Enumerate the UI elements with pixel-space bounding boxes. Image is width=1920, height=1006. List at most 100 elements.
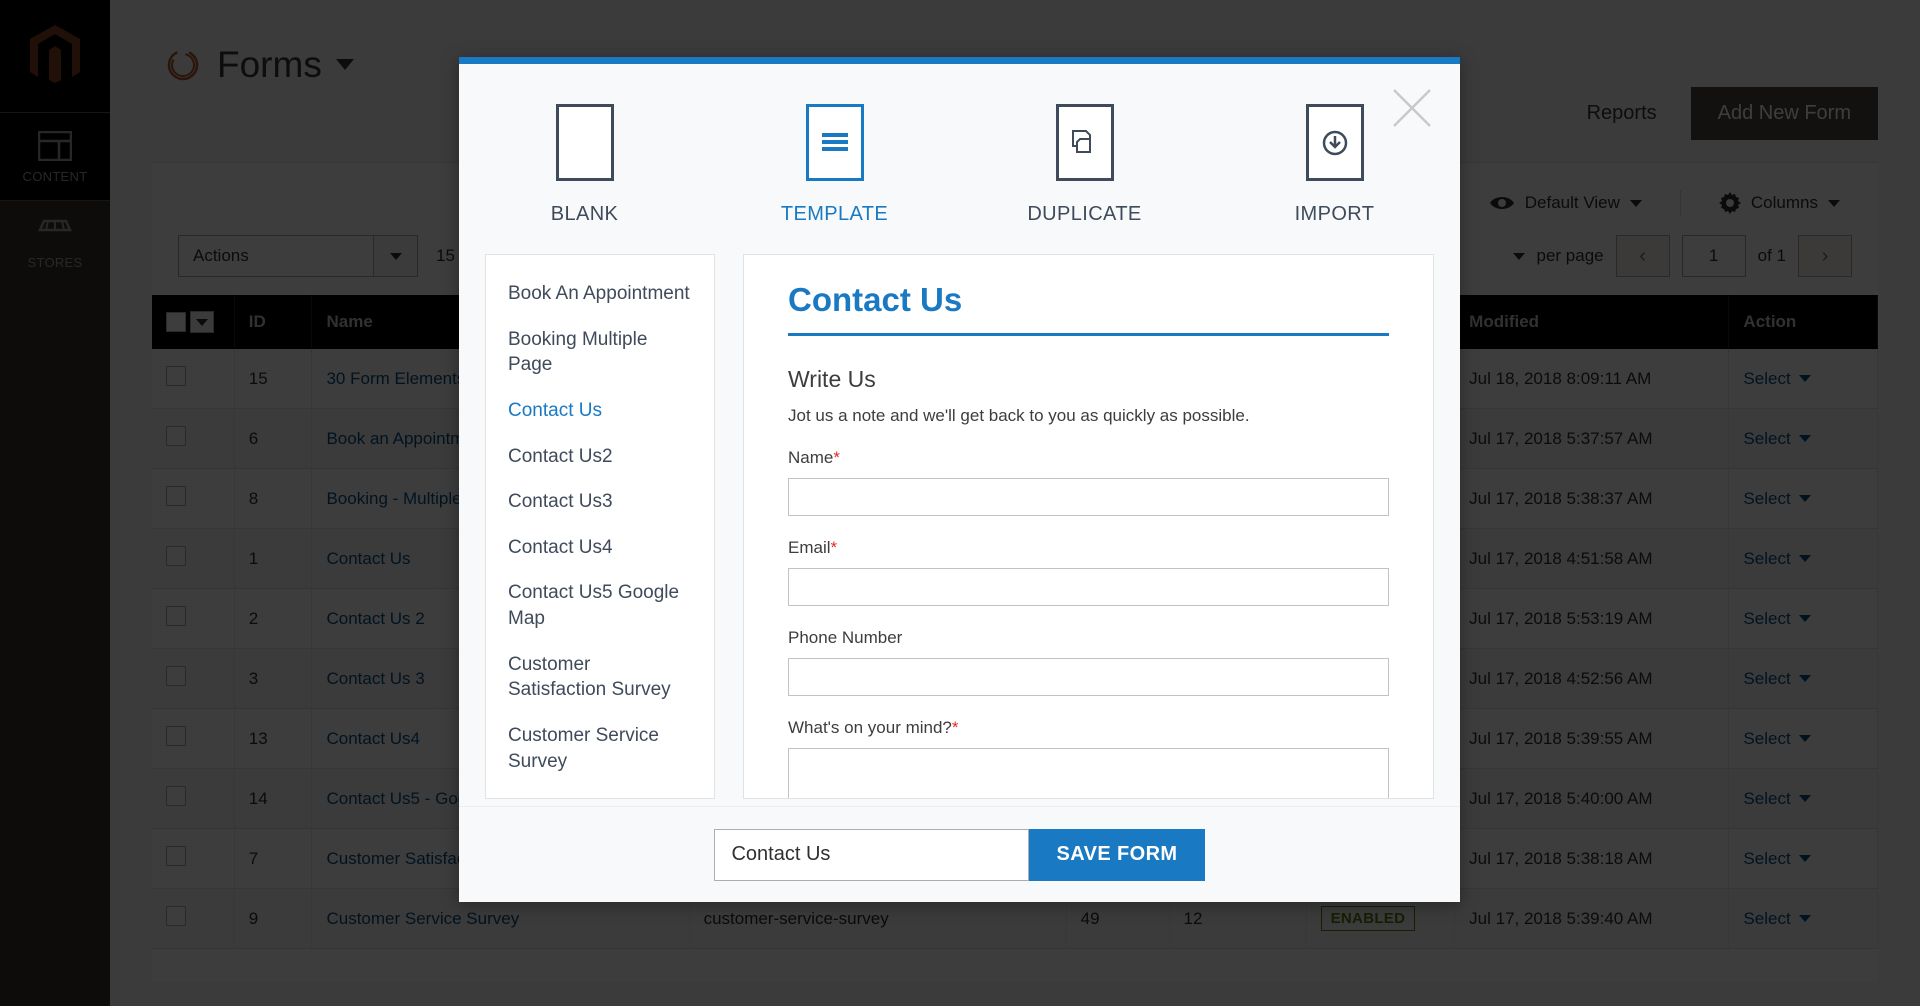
row-action-select[interactable]: Select [1743, 369, 1811, 389]
col-id[interactable]: ID [234, 295, 313, 349]
row-checkbox-cell[interactable] [152, 708, 235, 769]
row-action-select[interactable]: Select [1743, 428, 1811, 449]
form-name-link[interactable]: Contact Us 3 [326, 669, 424, 688]
magento-logo-icon[interactable] [0, 0, 110, 112]
row-action: Select [1728, 468, 1878, 529]
save-form-button[interactable]: SAVE FORM [1029, 828, 1205, 881]
status-badge: ENABLED [1320, 906, 1416, 931]
row-modified: Jul 17, 2018 5:39:55 AM [1454, 708, 1730, 769]
preview-field-input[interactable] [788, 568, 1389, 606]
row-action-select[interactable]: Select [1743, 729, 1811, 749]
row-action: Select [1728, 648, 1878, 709]
col-modified[interactable]: Modified [1454, 295, 1730, 349]
add-new-form-button[interactable]: Add New Form [1690, 87, 1878, 140]
default-view-button[interactable]: Default View [1477, 186, 1654, 220]
row-id: 2 [234, 588, 313, 649]
row-action-select[interactable]: Select [1743, 849, 1811, 869]
template-list-item[interactable]: Customer Satisfaction Survey [486, 642, 714, 713]
row-action-select[interactable]: Select [1743, 909, 1811, 929]
template-list-item[interactable]: Book An Appointment [486, 271, 714, 317]
actions-select[interactable]: Actions [178, 235, 418, 277]
per-page-caret-icon[interactable] [1512, 252, 1525, 260]
close-icon[interactable] [1390, 86, 1434, 130]
template-preview: Contact Us Write Us Jot us a note and we… [743, 254, 1434, 799]
row-action-select[interactable]: Select [1743, 609, 1811, 629]
sidebar-item-stores[interactable]: STORES [0, 200, 110, 286]
row-action: Select [1728, 708, 1878, 769]
records-found-count: 15 [436, 246, 455, 265]
row-action-select[interactable]: Select [1743, 489, 1811, 509]
form-type-label: IMPORT [1294, 203, 1375, 225]
actions-select-label: Actions [193, 246, 249, 265]
chevron-down-icon[interactable] [335, 59, 354, 70]
row-action: Select [1728, 408, 1878, 469]
template-list-item[interactable]: Booking Multiple Page [486, 317, 714, 388]
form-type-label: TEMPLATE [780, 203, 889, 225]
row-id: 13 [234, 708, 313, 769]
preview-field-textarea[interactable] [788, 748, 1389, 798]
blank-page-icon [555, 104, 614, 181]
template-list-item[interactable]: Customer Service Survey [486, 713, 714, 784]
columns-button[interactable]: Columns [1707, 185, 1852, 221]
form-type-template[interactable]: TEMPLATE [710, 104, 960, 226]
loading-spinner-icon [167, 49, 199, 80]
template-list-item[interactable]: Contact Us [486, 388, 714, 434]
next-page-button[interactable]: › [1798, 235, 1852, 277]
form-name-link[interactable]: Contact Us 2 [326, 609, 424, 628]
prev-page-button[interactable]: ‹ [1615, 235, 1670, 277]
row-checkbox-cell[interactable] [152, 768, 235, 829]
row-checkbox-cell[interactable] [152, 468, 235, 529]
row-action-select[interactable]: Select [1743, 669, 1811, 689]
row-id: 7 [234, 828, 313, 889]
form-name-link[interactable]: 30 Form Elements [326, 369, 465, 388]
col-action[interactable]: Action [1728, 295, 1878, 349]
template-list-item[interactable]: Contact Us3 [486, 479, 714, 525]
row-checkbox-cell[interactable] [152, 528, 235, 589]
chevron-down-icon [1798, 915, 1811, 922]
row-checkbox-cell[interactable] [152, 408, 235, 469]
row-action-select[interactable]: Select [1743, 789, 1811, 809]
row-checkbox-cell[interactable] [152, 888, 235, 949]
form-type-blank[interactable]: BLANK [460, 104, 710, 226]
reports-button[interactable]: Reports [1587, 102, 1657, 125]
row-modified: Jul 17, 2018 5:39:40 AM [1454, 888, 1730, 949]
row-action-select[interactable]: Select [1743, 549, 1811, 569]
row-checkbox-cell[interactable] [152, 648, 235, 709]
preview-field: Name* [788, 448, 1389, 516]
chevron-down-icon [1798, 435, 1811, 442]
row-action-label: Select [1743, 428, 1791, 448]
preview-field-input[interactable] [788, 658, 1389, 696]
sidebar-item-content[interactable]: CONTENT [0, 112, 110, 200]
row-checkbox-cell[interactable] [152, 349, 235, 409]
magento-logo-glyph [30, 25, 80, 83]
form-name-link[interactable]: Contact Us4 [326, 729, 420, 748]
row-checkbox-cell[interactable] [152, 588, 235, 649]
preview-fields: Name* Email* Phone Number What's on your mi… [788, 448, 1389, 798]
form-type-duplicate[interactable]: DUPLICATE [960, 104, 1210, 226]
form-name-link[interactable]: Contact Us [326, 549, 410, 568]
chevron-down-icon [1798, 615, 1811, 622]
preview-field-label: Email* [788, 538, 838, 557]
form-name-link[interactable]: Customer Service Survey [326, 909, 519, 928]
row-modified: Jul 17, 2018 5:40:00 AM [1454, 768, 1730, 829]
template-list-item[interactable]: Contact Us4 [486, 525, 714, 571]
import-download-icon [1305, 104, 1364, 181]
template-list-item[interactable]: Contact Us2 [486, 434, 714, 480]
row-id: 14 [234, 768, 313, 829]
template-list-item[interactable]: Contact Us5 Google Map [486, 570, 714, 641]
form-type-picker: BLANK TEMPLATE DUPLICATE IMPORT [459, 64, 1460, 254]
row-checkbox-cell[interactable] [152, 828, 235, 889]
preview-title: Contact Us [788, 281, 1389, 336]
preview-field-input[interactable] [788, 478, 1389, 516]
toolbar-divider [1679, 190, 1681, 216]
col-select-all[interactable] [152, 295, 235, 349]
template-list[interactable]: Book An Appointment Booking Multiple Page… [485, 254, 715, 799]
chevron-down-icon [1629, 199, 1642, 207]
default-view-label: Default View [1524, 193, 1620, 212]
page-number-input[interactable] [1681, 235, 1746, 277]
chevron-down-icon [1798, 795, 1811, 802]
row-action: Select [1728, 888, 1878, 949]
form-name-input[interactable] [714, 828, 1030, 881]
storefront-icon [0, 219, 110, 247]
template-list-item[interactable]: Delivery Feedback [486, 784, 714, 798]
